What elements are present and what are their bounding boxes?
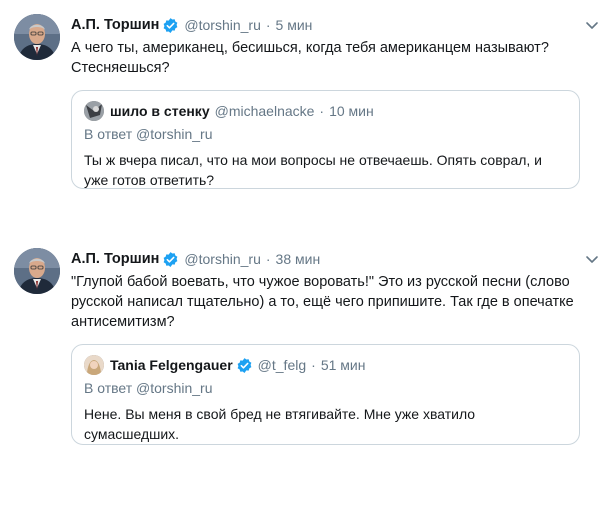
quoted-tweet-text: Нене. Вы меня в свой бред не втягивайте.… bbox=[84, 406, 476, 442]
avatar bbox=[84, 355, 104, 375]
avatar[interactable] bbox=[14, 14, 60, 60]
tweet-content: А.П. Торшин @torshin_ru · 5 мин А чего т… bbox=[71, 14, 586, 189]
separator: · bbox=[311, 357, 316, 373]
quoted-tweet-header: Tania Felgengauer @t_felg · 51 мин bbox=[84, 355, 567, 375]
tweet-text: "Глупой бабой воевать, что чужое вороват… bbox=[71, 274, 574, 330]
reply-context: В ответ @torshin_ru bbox=[84, 380, 213, 396]
timestamp[interactable]: 5 мин bbox=[276, 14, 313, 36]
quoted-tweet-header: шило в стенку @michaelnacke · 10 мин bbox=[84, 101, 567, 121]
author-name: Tania Felgengauer bbox=[110, 357, 233, 373]
tweet-header: А.П. Торшин @torshin_ru · 5 мин bbox=[71, 14, 586, 36]
avatar[interactable] bbox=[14, 248, 60, 294]
author-handle: @t_felg bbox=[257, 357, 307, 373]
author-name: шило в стенку bbox=[110, 103, 210, 119]
chevron-down-icon[interactable] bbox=[581, 14, 603, 36]
author-handle[interactable]: @torshin_ru bbox=[184, 248, 260, 270]
quoted-tweet[interactable]: шило в стенку @michaelnacke · 10 мин В о… bbox=[71, 90, 580, 189]
timestamp: 51 мин bbox=[320, 357, 366, 373]
separator: · bbox=[319, 103, 325, 119]
chevron-down-icon[interactable] bbox=[581, 248, 603, 270]
verified-badge-icon bbox=[236, 357, 253, 374]
quoted-tweet[interactable]: Tania Felgengauer @t_felg · 51 мин В отв… bbox=[71, 344, 580, 445]
author-name[interactable]: А.П. Торшин bbox=[71, 14, 159, 36]
tweet-header: А.П. Торшин @torshin_ru · 38 мин bbox=[71, 248, 586, 270]
timestamp[interactable]: 38 мин bbox=[276, 248, 321, 270]
author-handle[interactable]: @torshin_ru bbox=[184, 14, 260, 36]
tweet-feed: А.П. Торшин @torshin_ru · 5 мин А чего т… bbox=[0, 0, 615, 511]
separator: · bbox=[265, 17, 271, 33]
separator: · bbox=[265, 251, 271, 267]
verified-badge-icon bbox=[162, 17, 179, 34]
author-name[interactable]: А.П. Торшин bbox=[71, 248, 159, 270]
verified-badge-icon bbox=[162, 251, 179, 268]
author-handle: @michaelnacke bbox=[214, 103, 315, 119]
reply-context: В ответ @torshin_ru bbox=[84, 126, 213, 142]
tweet-content: А.П. Торшин @torshin_ru · 38 мин "Глупой… bbox=[71, 248, 586, 445]
timestamp: 10 мин bbox=[329, 103, 374, 119]
avatar bbox=[84, 101, 104, 121]
quoted-tweet-text: Ты ж вчера писал, что на мои вопросы не … bbox=[84, 152, 542, 188]
tweet-text: А чего ты, американец, бесишься, когда т… bbox=[71, 40, 549, 76]
